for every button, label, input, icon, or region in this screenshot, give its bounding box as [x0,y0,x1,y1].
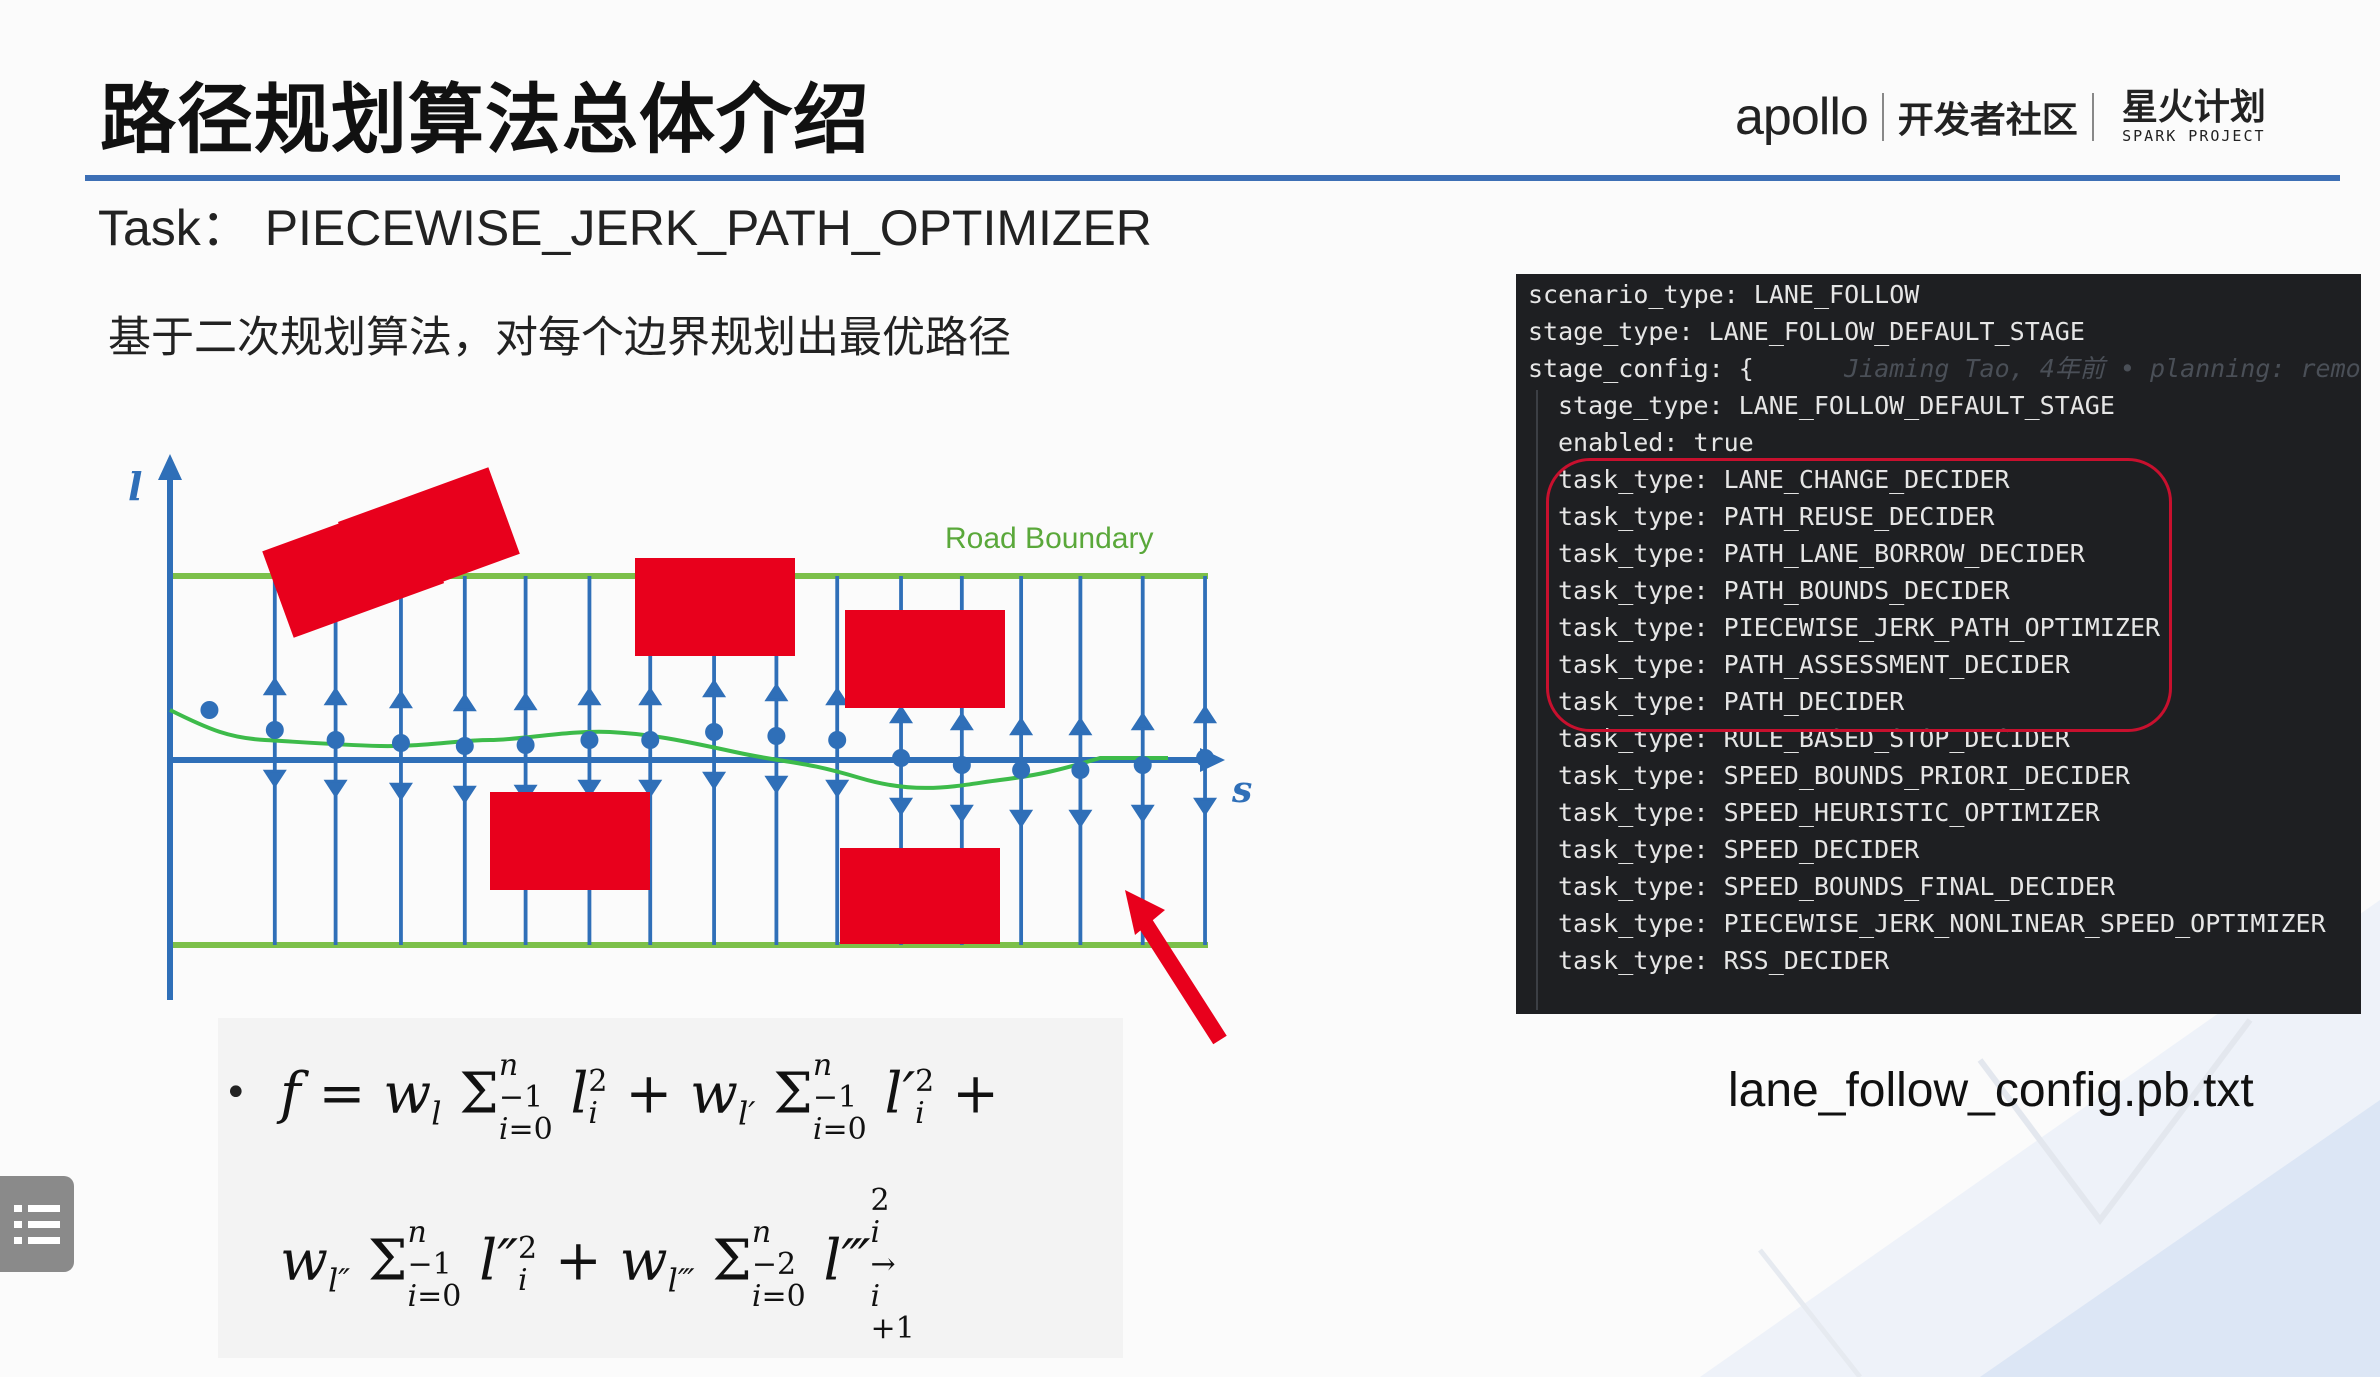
path-point [892,749,911,767]
sample-arrowhead [825,686,850,706]
formula-line-1: f = wl Σn −1 i=0 l2 i + wl′ Σn −1 i=0 l′2 i + [280,1048,999,1147]
highlight-box [1546,458,2172,732]
config-filename-caption: lane_follow_config.pb.txt [1728,1064,2254,1117]
obstacle [490,792,650,890]
sample-arrowhead [825,779,850,799]
path-point [455,737,474,755]
sample-arrowhead [452,785,477,805]
code-line: scenario_type: LANE_FOLLOW [1528,280,1920,309]
sample-arrowhead [702,678,727,698]
page-title: 路径规划算法总体介绍 [100,75,870,164]
obstacle [840,848,1000,944]
sample-arrowhead [638,686,663,706]
task-heading: Task： PIECEWISE_JERK_PATH_OPTIMIZER [98,200,1152,256]
logo-spark-en: SPARK PROJECT [2122,127,2266,145]
sample-arrowhead [889,797,914,817]
axis-label-s: s [1231,769,1252,811]
code-line: stage_config: { Jiaming Tao, 4年前 • plann… [1528,354,2361,384]
logo-divider [2091,93,2094,141]
path-point [767,727,786,745]
code-text: stage_config: { [1528,354,1754,383]
sample-arrowhead [1068,809,1093,829]
path-point [580,731,599,749]
logo-community-text: 开发者社区 [1897,100,2078,141]
code-line: enabled: true [1558,428,1754,457]
indent-guide [1536,390,1538,1010]
git-blame-annotation: Jiaming Tao, 4年前 • planning: remo [1844,354,2361,383]
code-line: task_type: SPEED_BOUNDS_PRIORI_DECIDER [1558,761,2130,790]
sample-arrowhead [1193,704,1218,724]
sample-arrowhead [1009,716,1034,736]
formula-bullet: • [224,1070,248,1116]
sample-arrowhead [1009,809,1034,829]
header-divider [85,175,2340,181]
obstacle [635,558,795,656]
sample-arrowhead [889,704,914,724]
obstacle [845,610,1005,708]
axis-label-l: l [128,464,142,509]
menu-button[interactable] [0,1176,74,1272]
code-line: task_type: PIECEWISE_JERK_NONLINEAR_SPEE… [1558,909,2326,938]
path-point [516,736,535,754]
menu-list-icon [14,1205,60,1244]
path-point [705,723,724,741]
sample-arrowhead [452,692,477,712]
code-line: task_type: RSS_DECIDER [1558,946,1890,975]
sample-arrowhead [1130,804,1155,824]
path-point [1071,761,1090,779]
slide: 路径规划算法总体介绍 apollo 开发者社区 星火计划 SPARK PROJE… [0,0,2380,1377]
sample-arrowhead [764,775,789,795]
sample-arrowhead [702,771,727,791]
code-line: task_type: SPEED_HEURISTIC_OPTIMIZER [1558,798,2100,827]
pointer-arrow [1133,910,1227,1045]
path-point [326,731,345,749]
logo-divider [1881,93,1884,141]
sample-arrowhead [1193,797,1218,817]
spark-project-logo: 星火计划 SPARK PROJECT [2121,87,2266,146]
code-line: stage_type: LANE_FOLLOW_DEFAULT_STAGE [1558,391,2115,420]
code-line: task_type: SPEED_BOUNDS_FINAL_DECIDER [1558,872,2115,901]
sample-arrowhead [388,782,413,802]
apollo-logo: apollo 开发者社区 星火计划 SPARK PROJECT [1735,82,2266,152]
path-point [952,756,971,774]
sample-arrowhead [1068,716,1093,736]
path-diagram: l s Road Boundary [128,454,1252,1045]
sample-arrowhead [262,676,287,696]
sample-arrowhead [513,691,538,711]
path-point [1012,761,1031,779]
sample-arrowhead [1130,711,1155,731]
logo-apollo-text: apollo [1735,88,1869,146]
sample-arrowhead [577,686,602,706]
sample-arrowhead [323,779,348,799]
code-line: task_type: SPEED_DECIDER [1558,835,1920,864]
code-line: stage_type: LANE_FOLLOW_DEFAULT_STAGE [1528,317,2085,346]
description-text: 基于二次规划算法，对每个边界规划出最优路径 [108,313,1011,363]
sample-arrowhead [949,804,974,824]
path-point [200,701,219,719]
formula-line-2: wl″ Σn −1 i=0 l″2 i + wl‴ Σn −2 i=0 l‴2 i → i +1 [280,1183,915,1346]
sample-arrowhead [323,686,348,706]
path-point [391,734,410,752]
sample-arrowhead [388,689,413,709]
l-axis-arrowhead [158,454,182,480]
road-boundary-label: Road Boundary [945,522,1153,555]
path-point [1196,749,1215,767]
path-point [1133,756,1152,774]
logo-spark-cn: 星火计划 [2121,87,2266,128]
sample-arrowhead [949,711,974,731]
sample-arrowhead [262,769,287,789]
path-point [641,731,660,749]
sample-arrowhead [764,682,789,702]
path-point [828,731,847,749]
path-point [265,721,284,739]
